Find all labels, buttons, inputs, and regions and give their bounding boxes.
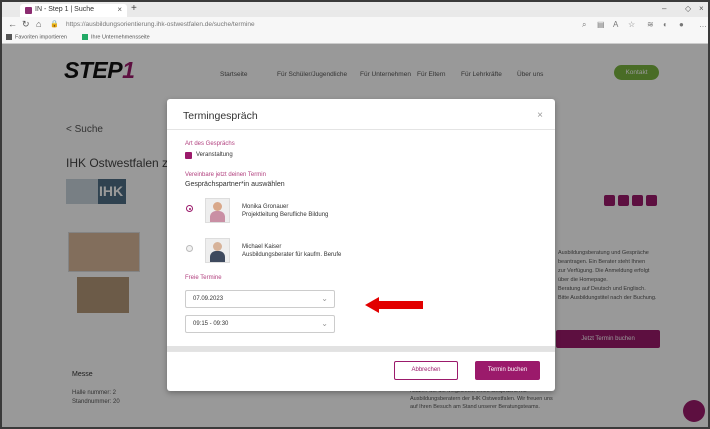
import-icon (6, 34, 12, 40)
maximize-icon[interactable]: ◇ (685, 4, 691, 13)
reload-icon[interactable]: ↻ (22, 19, 30, 30)
section-label-book: Vereinbare jetzt deinen Termin (185, 172, 266, 178)
section-label-free: Freie Termine (185, 275, 222, 281)
chevron-down-icon: ⌄ (321, 319, 328, 328)
collections-icon[interactable]: ≋ (647, 20, 654, 29)
close-tab-icon[interactable]: × (117, 5, 122, 14)
avatar (205, 198, 230, 223)
partner-radio-1[interactable] (186, 205, 193, 212)
web-page: STEP1 Startseite Für Schüler/Jugendliche… (2, 44, 708, 427)
reader-icon[interactable]: ▤ (597, 20, 605, 29)
tab-bar: IN - Step 1 | Suche × + – ◇ × (2, 2, 708, 17)
close-icon[interactable]: × (537, 110, 543, 121)
avatar (205, 238, 230, 263)
back-icon[interactable]: ← (8, 19, 17, 29)
bookmark-icon (82, 34, 88, 40)
more-icon[interactable]: … (699, 20, 707, 29)
divider (167, 351, 555, 352)
new-tab-icon[interactable]: + (131, 3, 137, 14)
red-arrow-icon (365, 297, 423, 313)
partner-radio-2[interactable] (186, 245, 193, 252)
bookmark-import[interactable]: Favoriten importieren (6, 34, 67, 40)
browser-window: IN - Step 1 | Suche × + – ◇ × ← ↻ ⌂ 🔒 ht… (2, 2, 708, 427)
time-select[interactable]: 09:15 - 09:30 ⌄ (185, 315, 335, 333)
profile-icon[interactable]: ● (679, 20, 684, 29)
book-button[interactable]: Termin buchen (475, 361, 540, 380)
home-icon[interactable]: ⌂ (36, 19, 41, 29)
favorite-star-icon[interactable]: ☆ (628, 20, 635, 29)
url-field[interactable]: https://ausbildungsorientierung.ihk-ostw… (62, 19, 586, 30)
extensions-icon[interactable]: ◐ (663, 20, 668, 29)
search-icon[interactable]: ⌕ (582, 20, 586, 30)
time-value: 09:15 - 09:30 (193, 321, 229, 327)
minimize-icon[interactable]: – (662, 4, 666, 13)
read-aloud-icon[interactable]: A (613, 20, 618, 29)
appointment-dialog: Termingespräch × Art des Gesprächs Veran… (167, 99, 555, 391)
checkbox-label: Veranstaltung (196, 152, 233, 158)
date-select[interactable]: 07.09.2023 ⌄ (185, 290, 335, 308)
cancel-button[interactable]: Abbrechen (394, 361, 458, 380)
partner-2[interactable]: Michael Kaiser Ausbildungsberater für ka… (242, 243, 341, 259)
choose-partner-label: Gesprächspartner*in auswählen (185, 181, 285, 188)
tab-title: IN - Step 1 | Suche (35, 6, 95, 13)
window-close-icon[interactable]: × (699, 4, 704, 13)
partner-1[interactable]: Monika Gronauer Projektleitung Beruflich… (242, 203, 328, 219)
lock-icon: 🔒 (50, 21, 59, 28)
dialog-title: Termingespräch (183, 110, 258, 122)
bookmark-company[interactable]: Ihre Unternehmensseite (82, 34, 150, 40)
browser-tab[interactable]: IN - Step 1 | Suche × (20, 4, 127, 17)
date-value: 07.09.2023 (193, 296, 224, 302)
bookmarks-bar: Favoriten importieren Ihre Unternehmenss… (2, 33, 708, 44)
address-bar: ← ↻ ⌂ 🔒 https://ausbildungsorientierung.… (2, 17, 708, 34)
favicon-icon (25, 7, 32, 14)
divider (167, 129, 555, 130)
event-checkbox[interactable] (185, 152, 192, 159)
section-label-type: Art des Gesprächs (185, 141, 235, 147)
chevron-down-icon: ⌄ (321, 294, 328, 303)
